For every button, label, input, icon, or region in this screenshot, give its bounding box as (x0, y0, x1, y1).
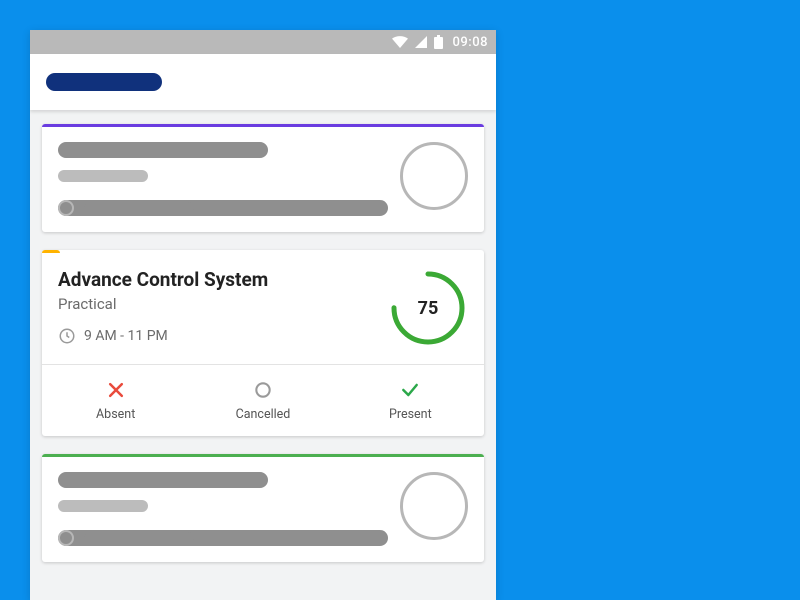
clock-icon (58, 530, 74, 546)
course-subtitle: Practical (58, 295, 376, 313)
placeholder-bar (84, 202, 194, 214)
content-scroll[interactable]: Advance Control System Practical 9 AM - … (30, 110, 496, 594)
card-accent (42, 124, 484, 127)
card-accent (42, 250, 60, 253)
progress-ring-placeholder (400, 472, 468, 540)
clock-icon (58, 327, 76, 345)
present-button[interactable]: Present (337, 365, 484, 436)
course-time-text: 9 AM - 11 PM (84, 328, 168, 344)
cell-signal-icon (414, 36, 428, 48)
placeholder-bar (84, 532, 194, 544)
cancelled-label: Cancelled (189, 407, 336, 422)
check-icon (337, 377, 484, 403)
course-card[interactable] (42, 124, 484, 232)
present-label: Present (337, 407, 484, 422)
placeholder-time-row (58, 200, 388, 216)
close-icon (42, 377, 189, 403)
placeholder-time-row (58, 530, 388, 546)
attendance-actions: Absent Cancelled Present (42, 364, 484, 436)
status-clock: 09:08 (453, 35, 488, 50)
wifi-icon (392, 36, 408, 48)
course-card[interactable] (42, 454, 484, 562)
card-accent (42, 454, 484, 457)
cancelled-button[interactable]: Cancelled (189, 365, 336, 436)
placeholder-bar (58, 500, 148, 512)
battery-icon (434, 35, 443, 49)
course-title: Advance Control System (58, 268, 376, 291)
app-bar (30, 54, 496, 110)
placeholder-bar (58, 472, 268, 488)
progress-ring-placeholder (400, 142, 468, 210)
absent-button[interactable]: Absent (42, 365, 189, 436)
circle-icon (189, 377, 336, 403)
clock-icon (58, 200, 74, 216)
placeholder-bar (58, 170, 148, 182)
device-frame: 09:08 (30, 30, 496, 600)
placeholder-bar (58, 142, 268, 158)
course-time: 9 AM - 11 PM (58, 327, 376, 345)
status-bar: 09:08 (30, 30, 496, 54)
course-card-active[interactable]: Advance Control System Practical 9 AM - … (42, 250, 484, 436)
absent-label: Absent (42, 407, 189, 422)
attendance-progress-ring: 75 (388, 268, 468, 348)
app-title-placeholder (46, 73, 162, 91)
attendance-value: 75 (388, 268, 468, 348)
